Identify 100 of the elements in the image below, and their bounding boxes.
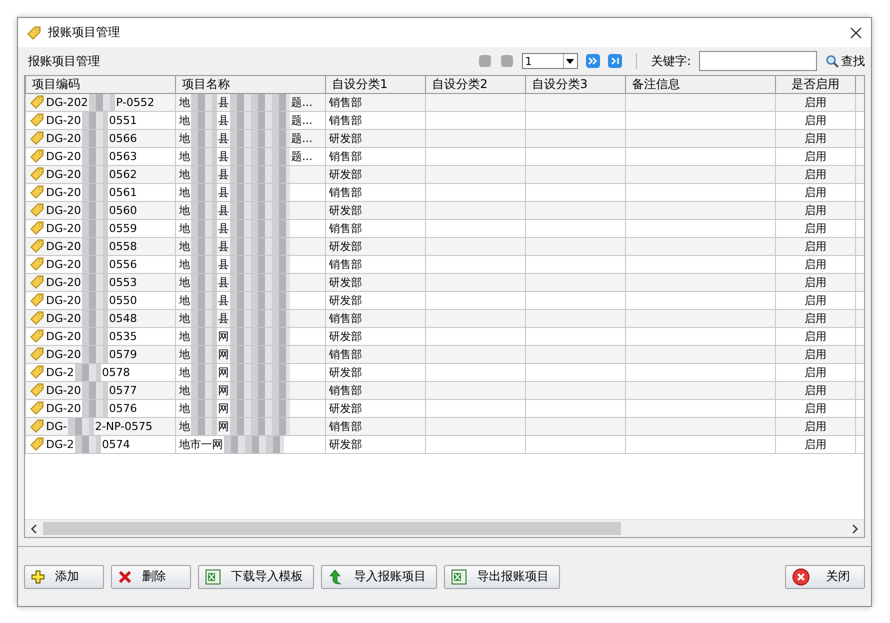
pixelated-patch <box>230 166 290 182</box>
table-cell: DG-20 0551 <box>26 111 176 130</box>
table-cell: 地 县 <box>176 291 326 310</box>
pixelated-patch <box>82 274 108 290</box>
pixelated-patch <box>230 220 290 236</box>
horizontal-scrollbar[interactable] <box>25 519 864 538</box>
column-header[interactable]: 自设分类2 <box>426 76 526 94</box>
cross-icon <box>118 570 132 584</box>
table-cell: 研发部 <box>326 399 426 418</box>
table-cell: 研发部 <box>326 363 426 382</box>
table-cell: DG-20 0558 <box>26 237 176 256</box>
table-cell: 地 网 <box>176 363 326 382</box>
pixelated-patch <box>82 256 108 272</box>
pixelated-patch <box>230 238 290 254</box>
pixelated-patch <box>82 184 108 200</box>
table-cell: 启用 <box>776 291 856 310</box>
column-header[interactable]: 是否启用 <box>776 76 856 94</box>
table-cell: 地 县 <box>176 201 326 220</box>
table-cell: 启用 <box>776 93 856 112</box>
pixelated-patch <box>230 310 290 326</box>
pixelated-patch <box>82 130 108 146</box>
table-cell: 地 县 <box>176 273 326 292</box>
scroll-right-icon[interactable] <box>851 524 859 534</box>
table-cell: 地 县 <box>176 165 326 184</box>
pixelated-patch <box>230 274 290 290</box>
table-cell: 启用 <box>776 183 856 202</box>
first-page-icon[interactable] <box>478 54 492 68</box>
search-link[interactable]: 查找 <box>825 52 865 70</box>
window-title: 报账项目管理 <box>48 24 121 42</box>
page-select[interactable]: 1 <box>522 53 578 70</box>
column-header[interactable]: 项目名称 <box>176 76 326 94</box>
pixelated-patch <box>230 364 290 380</box>
search-icon <box>825 54 839 68</box>
table-cell: 销售部 <box>326 417 426 436</box>
pixelated-patch <box>82 328 108 344</box>
table-cell: 地 县 题... <box>176 129 326 148</box>
pixelated-patch <box>191 184 217 200</box>
pixelated-patch <box>191 292 217 308</box>
scroll-left-icon[interactable] <box>30 524 38 534</box>
table-cell: 地 县 题... <box>176 147 326 166</box>
tag-icon <box>29 220 45 236</box>
plus-icon <box>31 570 45 584</box>
pixelated-patch <box>230 130 290 146</box>
tag-icon <box>29 436 45 452</box>
previous-page-icon[interactable] <box>500 54 514 68</box>
tag-icon <box>29 112 45 128</box>
toolbar-button[interactable]: 添加 <box>24 564 104 589</box>
table-cell: 地市一网 <box>176 435 326 454</box>
table-cell: DG-20 0576 <box>26 399 176 418</box>
toolbar-button[interactable]: 导出报账项目 <box>444 564 560 589</box>
toolbar-button[interactable]: 导入报账项目 <box>321 564 437 589</box>
table-cell: 启用 <box>776 255 856 274</box>
pixelated-patch <box>230 94 290 110</box>
pixelated-patch <box>74 364 101 380</box>
column-header[interactable]: 项目编码 <box>26 76 176 94</box>
pixelated-patch <box>82 400 108 416</box>
column-header[interactable]: 自设分类1 <box>326 76 426 94</box>
keyword-field[interactable] <box>699 51 817 72</box>
table-cell: 地 网 <box>176 381 326 400</box>
table-cell: DG-20 0579 <box>26 345 176 364</box>
column-header[interactable]: 自设分类3 <box>526 76 626 94</box>
table-cell: 启用 <box>776 363 856 382</box>
last-page-icon[interactable] <box>608 54 622 68</box>
table-cell: 地 县 <box>176 237 326 256</box>
table-cell: 销售部 <box>326 93 426 112</box>
table-cell: 研发部 <box>326 165 426 184</box>
table-cell: DG-20 0560 <box>26 201 176 220</box>
table-cell: 研发部 <box>326 291 426 310</box>
table-cell: DG-20 0556 <box>26 255 176 274</box>
keyword-label: 关键字: <box>650 52 691 70</box>
pixelated-patch <box>191 112 217 128</box>
pixelated-patch <box>191 256 217 272</box>
panel-title: 报账项目管理 <box>28 52 101 70</box>
tag-icon <box>29 292 45 308</box>
table-cell: DG-20 0566 <box>26 129 176 148</box>
pixelated-patch <box>82 202 108 218</box>
close-button[interactable]: 关闭 <box>785 564 865 589</box>
pixelated-patch <box>82 166 108 182</box>
table-cell: 销售部 <box>326 147 426 166</box>
table-cell: 启用 <box>776 111 856 130</box>
table-cell: 启用 <box>776 219 856 238</box>
table-cell: DG-2 0578 <box>26 363 176 382</box>
tag-icon <box>29 400 45 416</box>
pixelated-patch <box>191 238 217 254</box>
tag-icon <box>29 202 45 218</box>
pixelated-patch <box>82 292 108 308</box>
toolbar-button[interactable]: 下载导入模板 <box>198 564 314 589</box>
next-page-icon[interactable] <box>586 54 600 68</box>
table-cell: DG-20 0559 <box>26 219 176 238</box>
table-cell: 启用 <box>776 273 856 292</box>
column-header[interactable]: 备注信息 <box>626 76 776 94</box>
toolbar-button[interactable]: 删除 <box>111 564 191 589</box>
close-icon[interactable] <box>849 26 863 40</box>
pixelated-patch <box>191 148 217 164</box>
pixelated-patch <box>191 166 217 182</box>
pixelated-patch <box>191 328 217 344</box>
table-cell: DG-20 0577 <box>26 381 176 400</box>
table-cell: 销售部 <box>326 381 426 400</box>
pixelated-patch <box>230 112 290 128</box>
pixelated-patch <box>191 130 217 146</box>
